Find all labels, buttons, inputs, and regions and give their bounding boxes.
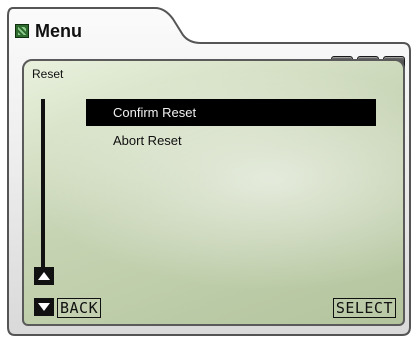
back-button[interactable]: BACK	[57, 298, 102, 318]
menu-item-abort-reset[interactable]: Abort Reset	[86, 127, 376, 154]
app-grid-icon	[15, 24, 29, 38]
screen-title: Reset	[32, 67, 64, 81]
scroll-down-button[interactable]	[34, 298, 54, 316]
select-button[interactable]: SELECT	[332, 298, 396, 318]
window-title: Menu	[35, 20, 82, 41]
scroll-up-button[interactable]	[34, 267, 54, 285]
down-arrow-icon	[38, 303, 50, 311]
title-bar: Menu	[15, 18, 82, 44]
menu-item-confirm-reset[interactable]: Confirm Reset	[86, 99, 376, 126]
up-arrow-icon	[38, 272, 50, 280]
lcd-screen: Reset Confirm Reset Abort Reset BACK SEL…	[22, 59, 405, 326]
scroll-track	[41, 99, 45, 267]
menu-window: Menu ? _ X Reset Confirm Reset Abort Res…	[0, 0, 420, 343]
